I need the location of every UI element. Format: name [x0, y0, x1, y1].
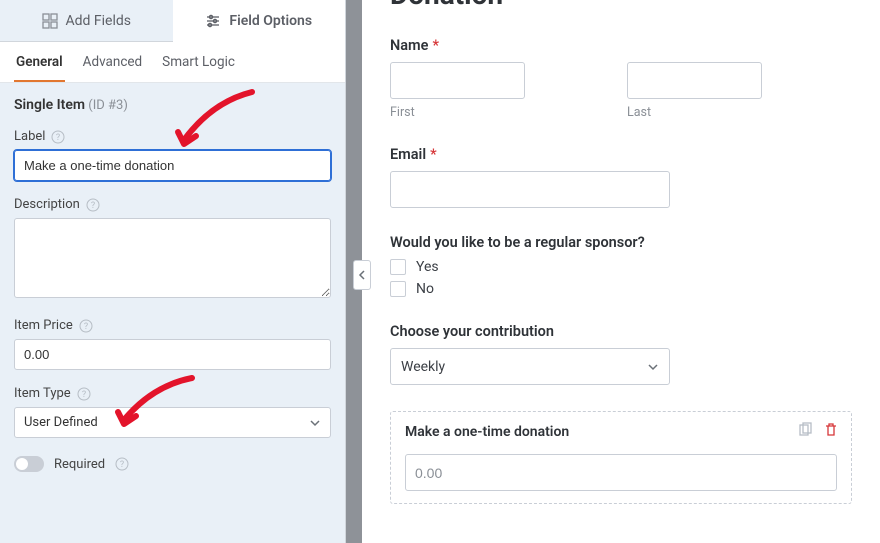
help-icon[interactable]: ?: [51, 130, 65, 144]
subtab-general[interactable]: General: [14, 42, 65, 82]
panel-divider[interactable]: [346, 0, 362, 543]
tab-add-fields-label: Add Fields: [66, 13, 132, 29]
required-asterisk: *: [432, 37, 439, 54]
item-price-label: Item Price ?: [14, 318, 331, 333]
field-type-heading: Single Item (ID #3): [14, 97, 331, 113]
form-title: Donation: [390, 0, 852, 11]
tab-add-fields[interactable]: Add Fields: [0, 0, 173, 42]
trash-icon[interactable]: [823, 422, 839, 438]
help-icon[interactable]: ?: [79, 319, 93, 333]
svg-text:?: ?: [56, 133, 60, 143]
svg-text:?: ?: [91, 201, 95, 211]
last-sublabel: Last: [627, 105, 852, 120]
checkbox-icon: [390, 259, 406, 275]
svg-text:?: ?: [82, 390, 86, 400]
field-sponsor[interactable]: Would you like to be a regular sponsor? …: [390, 234, 852, 297]
item-price-input[interactable]: [14, 339, 331, 370]
description-input[interactable]: [14, 218, 331, 298]
subtab-advanced[interactable]: Advanced: [81, 42, 145, 82]
sponsor-option-no[interactable]: No: [390, 281, 852, 297]
subtab-smart-logic[interactable]: Smart Logic: [160, 42, 237, 82]
item-type-select[interactable]: User Defined: [14, 407, 331, 438]
help-icon[interactable]: ?: [115, 457, 129, 471]
contribution-select[interactable]: Weekly: [390, 348, 670, 385]
svg-text:?: ?: [84, 322, 88, 332]
collapse-handle[interactable]: [353, 260, 371, 290]
sidebar-top-tabs: Add Fields Field Options: [0, 0, 345, 42]
duplicate-icon[interactable]: [797, 422, 813, 438]
field-one-time-donation-selected[interactable]: Make a one-time donation: [390, 411, 852, 504]
field-contribution[interactable]: Choose your contribution Weekly: [390, 323, 852, 385]
required-asterisk: *: [430, 146, 437, 163]
grid-icon: [42, 13, 58, 29]
field-name[interactable]: Name* First Last: [390, 37, 852, 120]
svg-text:?: ?: [120, 460, 124, 470]
field-type-name: Single Item: [14, 97, 85, 113]
sponsor-option-yes[interactable]: Yes: [390, 259, 852, 275]
label-field-label: Label ?: [14, 129, 331, 144]
last-name-input[interactable]: [627, 62, 762, 99]
first-sublabel: First: [390, 105, 615, 120]
chevron-down-icon: [647, 361, 659, 373]
label-input[interactable]: [14, 150, 331, 181]
item-type-label: Item Type ?: [14, 386, 331, 401]
required-toggle[interactable]: [14, 456, 44, 472]
email-input[interactable]: [390, 171, 670, 208]
sidebar-sub-tabs: General Advanced Smart Logic: [0, 42, 345, 83]
description-field-label: Description ?: [14, 197, 331, 212]
form-preview: Donation Name* First Last Email* Would y…: [362, 0, 880, 543]
donation-amount-input[interactable]: [405, 454, 837, 491]
checkbox-icon: [390, 281, 406, 297]
field-id: (ID #3): [85, 98, 128, 113]
required-label: Required: [54, 457, 105, 472]
sliders-icon: [205, 13, 221, 29]
tab-field-options[interactable]: Field Options: [173, 0, 346, 42]
tab-field-options-label: Field Options: [229, 13, 312, 29]
field-email[interactable]: Email*: [390, 146, 852, 208]
help-icon[interactable]: ?: [77, 387, 91, 401]
field-options-panel: Single Item (ID #3) Label ? Description …: [0, 83, 345, 543]
help-icon[interactable]: ?: [86, 198, 100, 212]
first-name-input[interactable]: [390, 62, 525, 99]
